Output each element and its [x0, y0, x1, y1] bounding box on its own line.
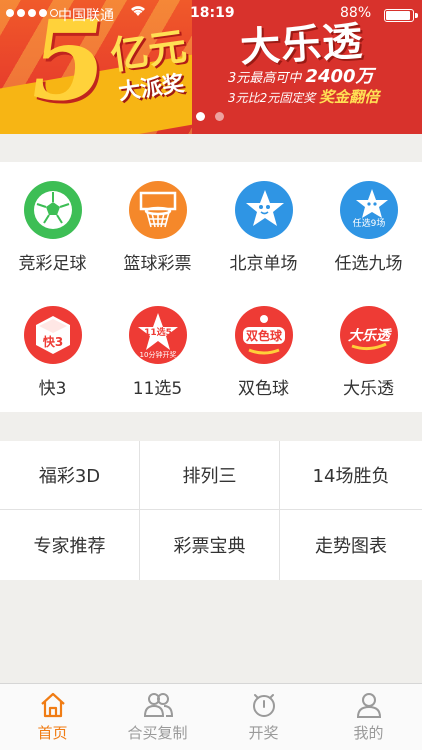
promo2-highlight: 奖金翻倍	[319, 88, 380, 106]
tab-mine[interactable]: 我的	[316, 684, 421, 750]
svg-text:11选5: 11选5	[144, 326, 172, 338]
carrier-name: 中国联通	[58, 8, 114, 24]
menu-lottery-guide[interactable]: 彩票宝典	[140, 510, 280, 580]
category-label: 竞彩足球	[18, 254, 87, 274]
group-users-icon	[143, 693, 173, 717]
promo1-value: 2400万	[305, 66, 374, 87]
bottom-tab-bar: 首页 合买复制 开奖 我的	[0, 683, 422, 750]
soccer-ball-icon	[23, 181, 82, 239]
category-label: 篮球彩票	[123, 254, 192, 274]
category-beijing-single[interactable]: 北京单场	[211, 162, 316, 277]
daletou-logo-icon: 大乐透	[339, 306, 398, 364]
svg-text:双色球: 双色球	[245, 328, 282, 343]
battery-icon	[384, 9, 418, 22]
category-pick-nine[interactable]: 任选9场 任选九场	[316, 162, 421, 277]
category-kuai3[interactable]: 快3 快3	[0, 287, 105, 402]
user-icon	[356, 693, 381, 718]
tab-label: 合买复制	[127, 724, 188, 742]
promo1-prefix: 3元最高可中	[228, 71, 302, 86]
wifi-icon	[130, 5, 146, 21]
banner-promo-line-1: 3元最高可中 2400万	[228, 62, 374, 88]
page-dot-active[interactable]	[196, 112, 205, 121]
star-mascot-icon	[234, 181, 293, 239]
dice-icon: 快3	[23, 306, 82, 364]
menu-fucai-3d[interactable]: 福彩3D	[0, 441, 140, 510]
svg-text:任选9场: 任选9场	[352, 217, 385, 229]
star-mascot-9-icon: 任选9场	[339, 181, 398, 239]
svg-text:10分钟开奖: 10分钟开奖	[139, 350, 176, 359]
promo2-prefix: 3元比2元固定奖	[228, 91, 316, 105]
tab-home[interactable]: 首页	[0, 684, 105, 750]
page-dot[interactable]	[215, 112, 224, 121]
tab-label: 首页	[37, 724, 68, 742]
tab-label: 开奖	[248, 724, 279, 742]
home-icon	[40, 692, 65, 718]
tab-label: 我的	[353, 724, 384, 742]
menu-pailie-3[interactable]: 排列三	[140, 441, 280, 510]
category-double-color-ball[interactable]: 双色球 双色球	[211, 287, 316, 402]
menu-trend-charts[interactable]: 走势图表	[280, 510, 422, 580]
lottery-menu-grid: 福彩3D 排列三 14场胜负 专家推荐 彩票宝典 走势图表	[0, 441, 422, 580]
shuangseqiu-logo-icon: 双色球	[234, 306, 293, 364]
category-jingcai-football[interactable]: 竞彩足球	[0, 162, 105, 277]
category-super-lotto[interactable]: 大乐透 大乐透	[316, 287, 421, 402]
category-label: 双色球	[238, 379, 289, 399]
svg-text:快3: 快3	[42, 334, 62, 349]
menu-expert-picks[interactable]: 专家推荐	[0, 510, 140, 580]
battery-percent: 88%	[340, 5, 372, 21]
category-label: 11选5	[132, 379, 183, 399]
basketball-hoop-icon	[128, 181, 187, 239]
star-11x5-icon: 11选5 10分钟开奖	[128, 306, 187, 364]
category-label: 大乐透	[343, 379, 394, 399]
signal-strength-icon	[6, 9, 58, 17]
banner-promo-line-2: 3元比2元固定奖 奖金翻倍	[228, 86, 379, 107]
alarm-clock-icon	[252, 694, 275, 717]
tab-group-buy[interactable]: 合买复制	[105, 684, 210, 750]
category-basketball-lottery[interactable]: 篮球彩票	[105, 162, 210, 277]
status-bar: 中国联通 18:19 88%	[0, 0, 422, 28]
category-label: 快3	[38, 379, 67, 399]
clock-time: 18:19	[190, 5, 235, 21]
lottery-category-grid: 竞彩足球 篮球彩票 北京单场 任选9场 任选九场 快3 快3 11选5 10分钟…	[0, 162, 422, 412]
tab-lottery-results[interactable]: 开奖	[211, 684, 316, 750]
category-label: 北京单场	[229, 254, 298, 274]
banner-page-indicator[interactable]	[196, 112, 224, 121]
category-label: 任选九场	[334, 254, 403, 274]
category-11-choose-5[interactable]: 11选5 10分钟开奖 11选5	[105, 287, 210, 402]
menu-14-match[interactable]: 14场胜负	[280, 441, 422, 510]
svg-text:大乐透: 大乐透	[348, 327, 392, 344]
